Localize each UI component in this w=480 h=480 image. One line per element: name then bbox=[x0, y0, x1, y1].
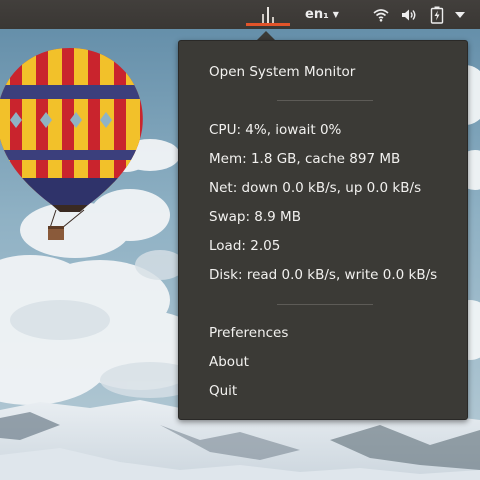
preferences-menu-item[interactable]: Preferences bbox=[209, 321, 288, 345]
disk-stat-item[interactable]: Disk: read 0.0 kB/s, write 0.0 kB/s bbox=[209, 263, 437, 287]
battery-indicator[interactable] bbox=[426, 0, 448, 29]
quit-menu-item[interactable]: Quit bbox=[209, 379, 237, 403]
cpu-stat-item[interactable]: CPU: 4%, iowait 0% bbox=[209, 118, 341, 142]
keyboard-layout-indicator[interactable]: en₁ ▼ bbox=[298, 0, 346, 29]
swap-stat-item[interactable]: Swap: 8.9 MB bbox=[209, 205, 301, 229]
load-stat-item[interactable]: Load: 2.05 bbox=[209, 234, 280, 258]
menu-separator bbox=[277, 100, 373, 101]
memory-stat-item[interactable]: Mem: 1.8 GB, cache 897 MB bbox=[209, 147, 400, 171]
network-stat-item[interactable]: Net: down 0.0 kB/s, up 0.0 kB/s bbox=[209, 176, 421, 200]
chevron-down-icon: ▼ bbox=[332, 10, 339, 19]
system-monitor-menu: Open System Monitor CPU: 4%, iowait 0% M… bbox=[178, 40, 468, 420]
wifi-icon bbox=[373, 8, 389, 22]
battery-charging-icon bbox=[430, 6, 444, 24]
chevron-down-icon bbox=[455, 11, 465, 18]
system-monitor-indicator[interactable] bbox=[244, 0, 292, 29]
network-indicator[interactable] bbox=[370, 0, 392, 29]
menu-separator bbox=[277, 304, 373, 305]
session-menu-indicator[interactable] bbox=[452, 0, 468, 29]
indicator-active-underline bbox=[246, 23, 290, 26]
sound-indicator[interactable] bbox=[398, 0, 420, 29]
keyboard-layout-label: en₁ bbox=[305, 7, 329, 22]
open-system-monitor-item[interactable]: Open System Monitor bbox=[209, 60, 355, 84]
desktop-screen: en₁ ▼ Open System Monitor CPU: 4%, iowai… bbox=[0, 0, 480, 480]
about-menu-item[interactable]: About bbox=[209, 350, 249, 374]
top-panel: en₁ ▼ bbox=[0, 0, 480, 29]
speaker-volume-icon bbox=[402, 9, 416, 20]
